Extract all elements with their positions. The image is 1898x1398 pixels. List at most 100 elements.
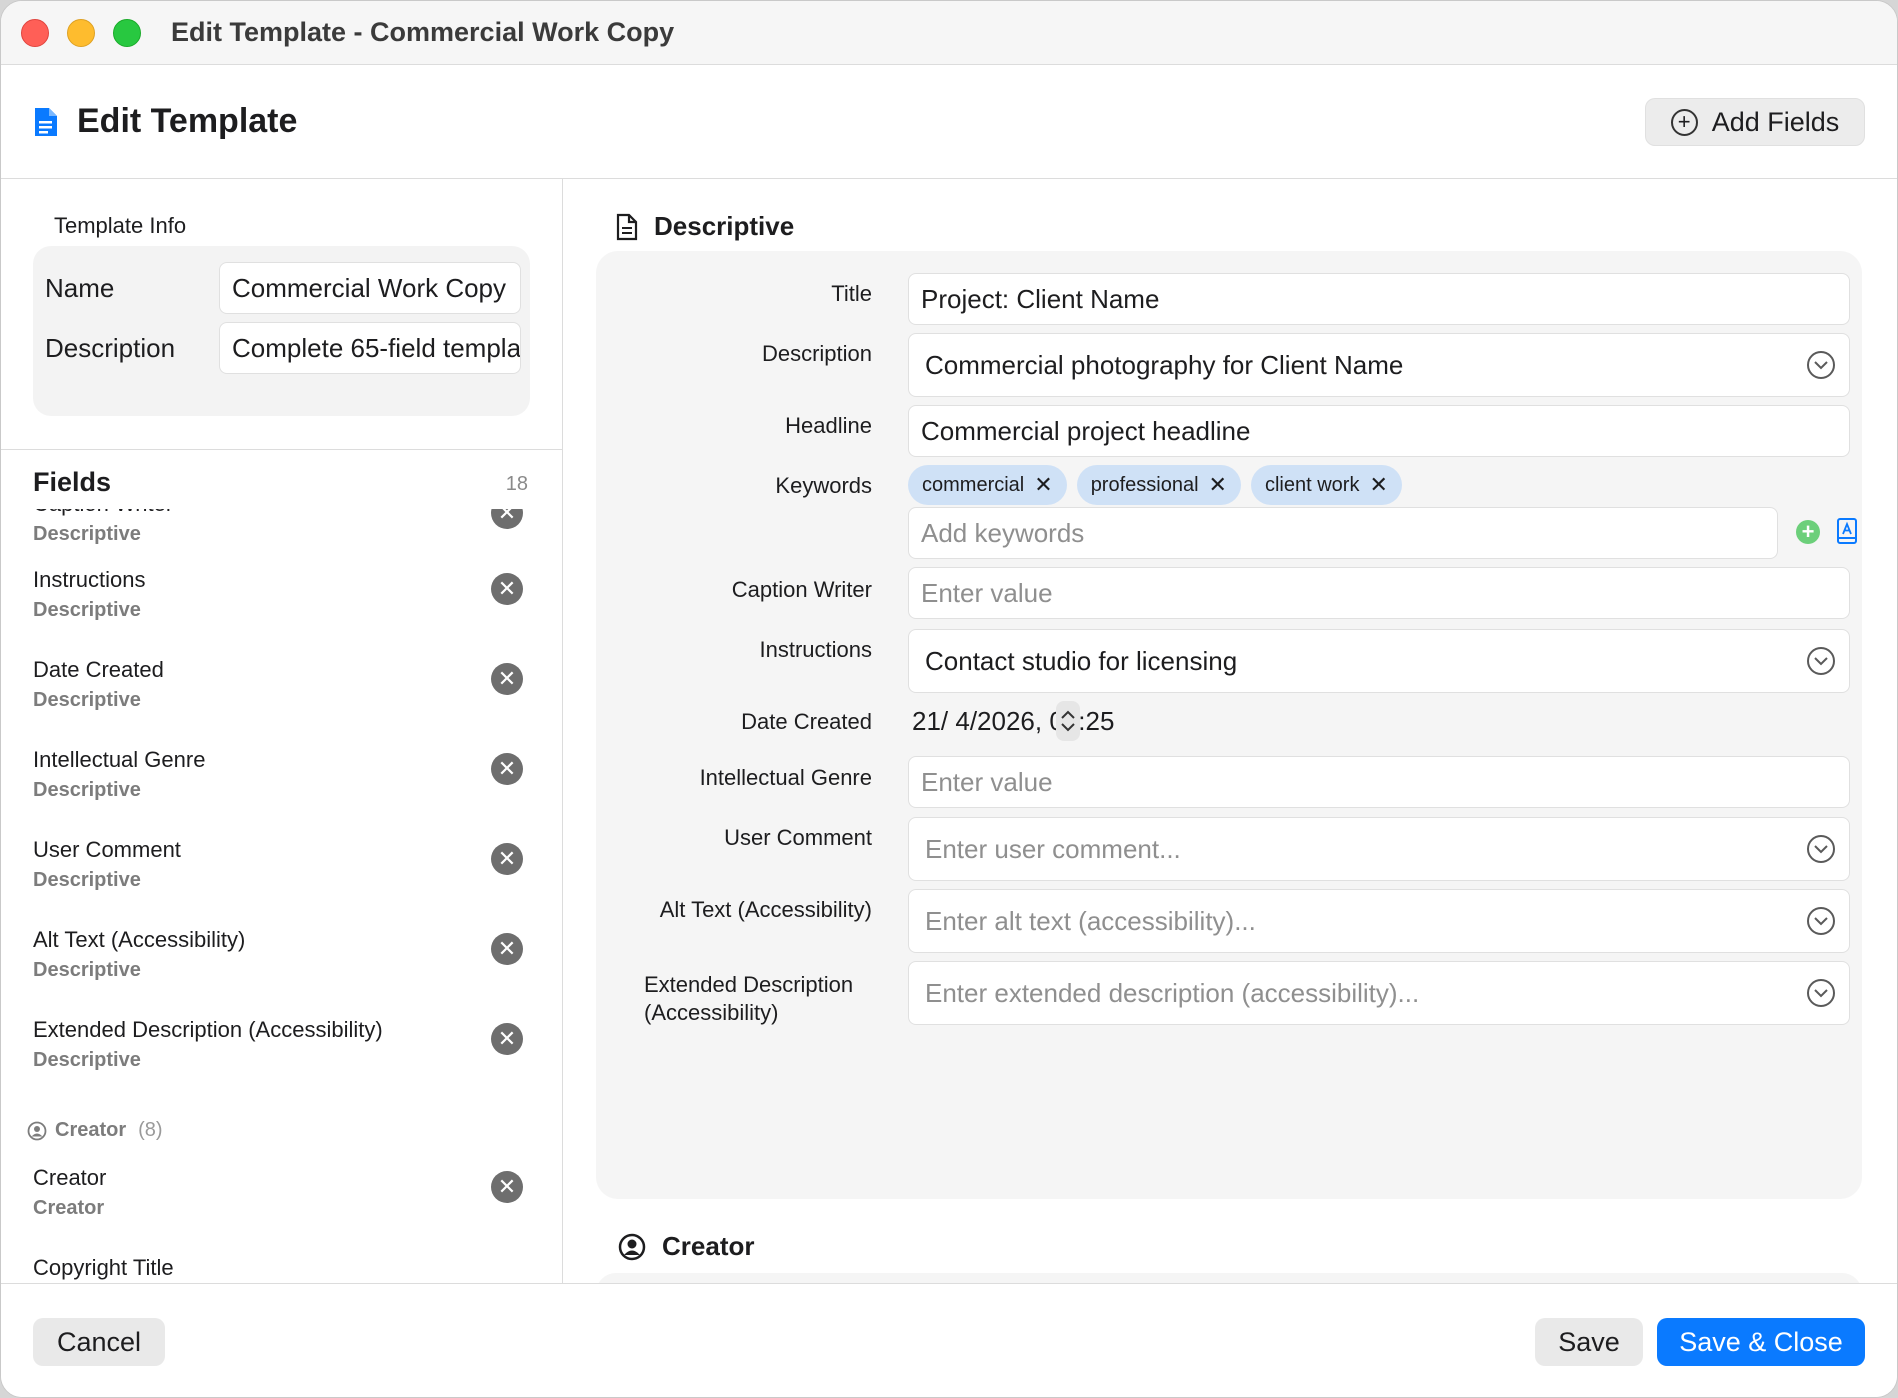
remove-field-button[interactable]: ✕ — [491, 1023, 523, 1055]
field-list[interactable]: Caption Writer Descriptive ✕ Instruction… — [1, 509, 562, 1283]
list-item[interactable]: Extended Description (Accessibility) Des… — [33, 1017, 523, 1097]
document-icon — [35, 107, 57, 136]
chevron-down-icon[interactable] — [1807, 835, 1835, 863]
field-category: Descriptive — [33, 689, 141, 711]
field-name: Date Created — [33, 657, 164, 682]
footer: Cancel Save Save & Close — [1, 1283, 1897, 1397]
keyword-chip[interactable]: professional ✕ — [1076, 465, 1241, 505]
keyword-chip-label: client work — [1264, 473, 1360, 496]
save-button[interactable]: Save — [1535, 1318, 1643, 1366]
add-keywords-input[interactable]: Add keywords — [908, 507, 1778, 559]
description-field[interactable]: Commercial photography for Client Name — [908, 333, 1850, 397]
field-category: Descriptive — [33, 869, 141, 891]
field-editor[interactable]: Descriptive Title Project: Client Name D… — [564, 179, 1897, 1283]
divider — [1, 449, 562, 450]
template-name-field[interactable]: Commercial Work Copy — [219, 262, 521, 314]
edit-template-window: Edit Template - Commercial Work Copy Edi… — [0, 0, 1898, 1398]
creator-group-count: (8) — [138, 1119, 163, 1141]
keyword-chip[interactable]: client work ✕ — [1250, 465, 1402, 505]
title-field[interactable]: Project: Client Name — [908, 273, 1850, 325]
field-category: Descriptive — [33, 599, 141, 621]
chevron-down-icon[interactable] — [1807, 979, 1835, 1007]
caption-writer-field[interactable]: Enter value — [908, 567, 1850, 619]
title-bar: Edit Template - Commercial Work Copy — [1, 1, 1897, 65]
headline-field[interactable]: Commercial project headline — [908, 405, 1850, 457]
description-value: Commercial photography for Client Name — [925, 350, 1404, 380]
template-sidebar: Template Info Name Commercial Work Copy … — [1, 179, 563, 1283]
remove-field-button[interactable]: ✕ — [491, 509, 523, 529]
intellectual-genre-label: Intellectual Genre — [699, 765, 872, 790]
remove-field-button[interactable]: ✕ — [491, 573, 523, 605]
intellectual-genre-field[interactable]: Enter value — [908, 756, 1850, 808]
keyword-chip-label: professional — [1090, 473, 1199, 496]
chevron-up-icon[interactable] — [1061, 710, 1075, 719]
list-item[interactable]: Alt Text (Accessibility) Descriptive ✕ — [33, 927, 523, 1007]
extended-description-field[interactable]: Enter extended description (accessibilit… — [908, 961, 1850, 1025]
chevron-down-icon[interactable] — [1061, 723, 1075, 732]
title-label: Title — [831, 281, 872, 306]
remove-keyword-icon[interactable]: ✕ — [1369, 474, 1387, 496]
creator-section-title: Creator — [662, 1231, 755, 1261]
save-and-close-button[interactable]: Save & Close — [1657, 1318, 1865, 1366]
list-item[interactable]: User Comment Descriptive ✕ — [33, 837, 523, 917]
cancel-button[interactable]: Cancel — [33, 1318, 165, 1366]
keyword-chip[interactable]: commercial ✕ — [908, 465, 1067, 505]
plus-circle-icon: + — [1670, 108, 1698, 136]
extended-description-label-line2: (Accessibility) — [644, 1000, 779, 1025]
description-label: Description — [761, 341, 872, 366]
field-name: Alt Text (Accessibility) — [33, 927, 246, 952]
remove-field-button[interactable]: ✕ — [491, 933, 523, 965]
chevron-down-icon[interactable] — [1807, 647, 1835, 675]
template-name-row: Name Commercial Work Copy — [33, 260, 530, 316]
person-circle-icon — [618, 1233, 646, 1260]
zoom-window-button[interactable] — [113, 18, 141, 47]
list-item[interactable]: Caption Writer Descriptive ✕ — [33, 509, 523, 571]
headline-label: Headline — [785, 413, 872, 438]
field-name: User Comment — [33, 837, 181, 862]
alt-text-placeholder: Enter alt text (accessibility)... — [925, 906, 1256, 936]
template-info-card: Name Commercial Work Copy Description Co… — [33, 246, 530, 416]
remove-field-button[interactable]: ✕ — [491, 753, 523, 785]
chevron-down-icon[interactable] — [1807, 907, 1835, 935]
creator-section-header: Creator — [618, 1231, 754, 1262]
field-category: Descriptive — [33, 1049, 141, 1071]
instructions-field[interactable]: Contact studio for licensing — [908, 629, 1850, 693]
minimize-window-button[interactable] — [67, 18, 95, 47]
chevron-down-icon[interactable] — [1807, 351, 1835, 379]
creator-card — [596, 1273, 1862, 1283]
remove-keyword-icon[interactable]: ✕ — [1209, 474, 1227, 496]
list-item[interactable]: Copyright Title — [33, 1255, 523, 1283]
list-item[interactable]: Intellectual Genre Descriptive ✕ — [33, 747, 523, 827]
keyword-dictionary-icon[interactable] — [1836, 517, 1858, 545]
list-item[interactable]: Creator Creator ✕ — [33, 1165, 523, 1245]
extended-description-label-line1: Extended Description — [644, 972, 854, 997]
date-stepper[interactable] — [1056, 701, 1080, 741]
descriptive-section-title: Descriptive — [654, 211, 795, 241]
user-comment-field[interactable]: Enter user comment... — [908, 817, 1850, 881]
add-keyword-icon[interactable]: + — [1796, 520, 1820, 544]
remove-field-button[interactable]: ✕ — [491, 1171, 523, 1203]
template-name-label: Name — [45, 272, 115, 303]
template-description-field[interactable]: Complete 65-field template — [219, 322, 521, 374]
add-fields-button[interactable]: + Add Fields — [1645, 98, 1865, 146]
field-name: Intellectual Genre — [33, 747, 206, 772]
keyword-chip-label: commercial — [922, 473, 1025, 496]
creator-group-label: Creator — [55, 1119, 127, 1141]
field-name: Instructions — [33, 567, 146, 592]
instructions-value: Contact studio for licensing — [925, 646, 1238, 676]
add-fields-label: Add Fields — [1711, 106, 1840, 137]
close-window-button[interactable] — [21, 18, 49, 47]
user-comment-placeholder: Enter user comment... — [925, 834, 1181, 864]
remove-field-button[interactable]: ✕ — [491, 843, 523, 875]
alt-text-field[interactable]: Enter alt text (accessibility)... — [908, 889, 1850, 953]
list-item[interactable]: Instructions Descriptive ✕ — [33, 567, 523, 647]
fields-title: Fields — [33, 467, 112, 497]
remove-keyword-icon[interactable]: ✕ — [1034, 474, 1052, 496]
window-controls — [21, 18, 141, 47]
caption-writer-label: Caption Writer — [731, 577, 872, 602]
list-item[interactable]: Date Created Descriptive ✕ — [33, 657, 523, 737]
field-name: Caption Writer — [33, 509, 173, 517]
field-category: Descriptive — [33, 779, 141, 801]
descriptive-section-header: Descriptive — [616, 211, 794, 242]
remove-field-button[interactable]: ✕ — [491, 663, 523, 695]
